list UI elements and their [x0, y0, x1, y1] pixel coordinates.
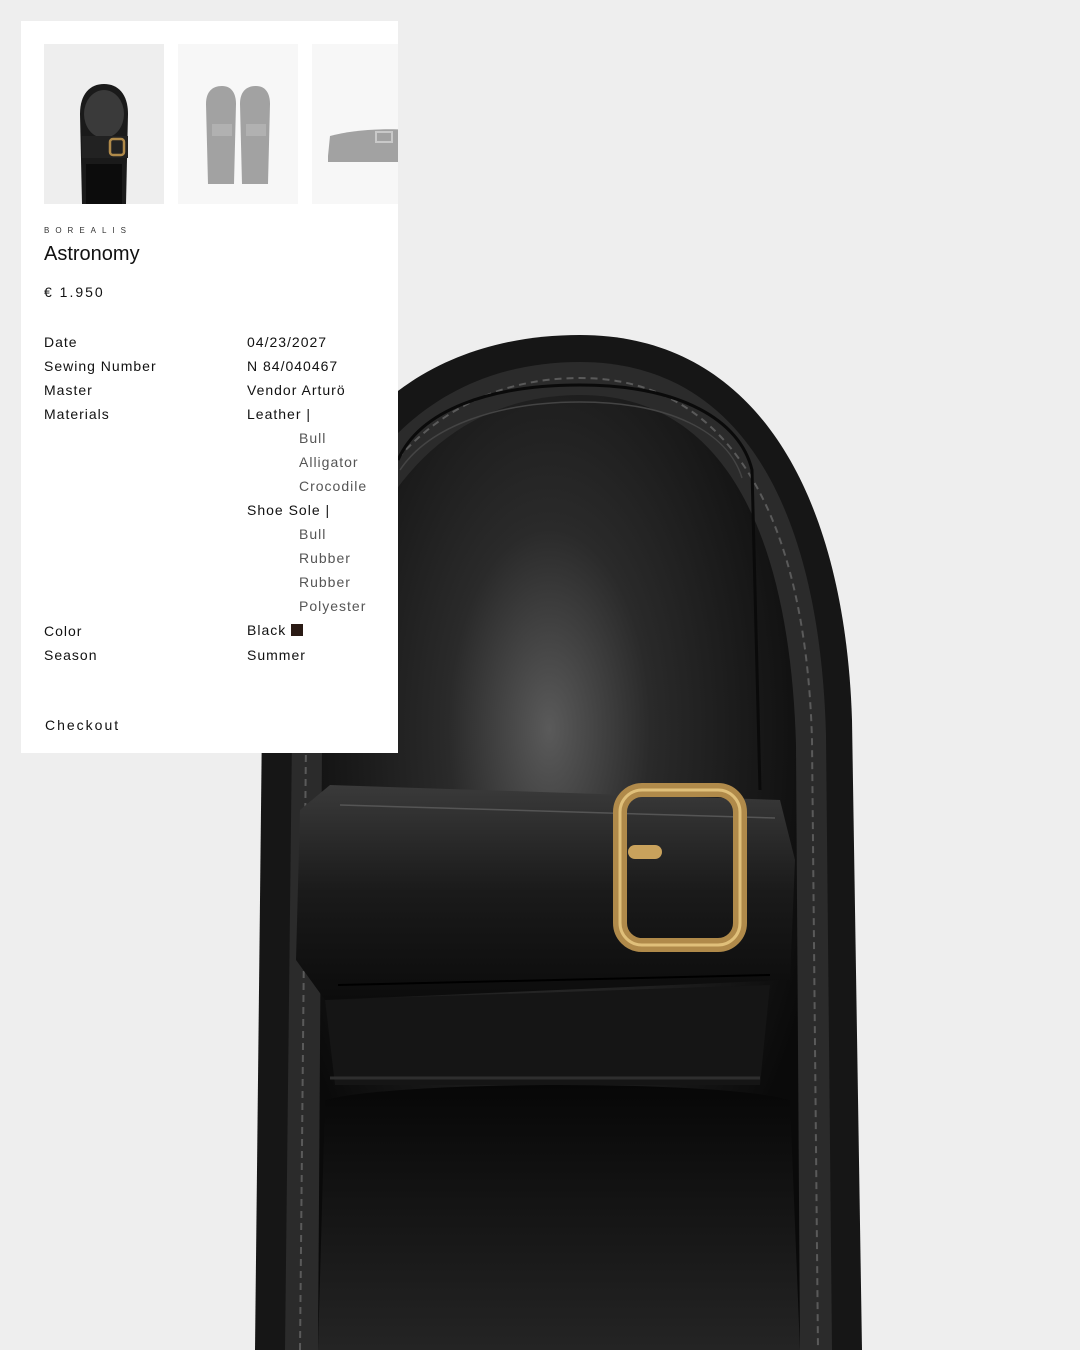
- shoe-top-thumbnail-image: [80, 84, 128, 204]
- sole-item: Rubber: [299, 574, 351, 590]
- season-value: Summer: [247, 647, 306, 663]
- sole-item: Rubber: [299, 550, 351, 566]
- master-label: Master: [44, 382, 93, 398]
- date-value: 04/23/2027: [247, 334, 328, 350]
- color-label: Color: [44, 623, 83, 639]
- materials-label: Materials: [44, 406, 110, 422]
- color-value: Black: [247, 622, 287, 638]
- leather-item: Bull: [299, 430, 327, 446]
- shoe-sole-label: Shoe Sole |: [247, 502, 331, 518]
- thumbnail-pair-view[interactable]: [178, 44, 298, 204]
- product-price: € 1.950: [44, 284, 105, 300]
- date-label: Date: [44, 334, 78, 350]
- color-value-row: Black: [247, 622, 304, 638]
- sewing-number-label: Sewing Number: [44, 358, 157, 374]
- thumbnail-side-view[interactable]: [312, 44, 398, 204]
- thumbnail-gallery: [44, 44, 398, 204]
- leather-item: Alligator: [299, 454, 359, 470]
- thumbnail-top-view[interactable]: [44, 44, 164, 204]
- shoe-side-thumbnail-image: [328, 129, 398, 162]
- sole-item: Polyester: [299, 598, 367, 614]
- checkout-button[interactable]: Checkout: [45, 717, 120, 733]
- leather-item: Crocodile: [299, 478, 368, 494]
- color-swatch: [291, 624, 304, 636]
- sewing-number-value: N 84/040467: [247, 358, 339, 374]
- sole-item: Bull: [299, 526, 327, 542]
- product-card: BOREALIS Astronomy € 1.950 Date 04/23/20…: [21, 21, 398, 753]
- product-title: Astronomy: [44, 243, 140, 265]
- season-label: Season: [44, 647, 98, 663]
- leather-label: Leather |: [247, 406, 312, 422]
- shoe-pair-thumbnail-image: [206, 86, 270, 184]
- brand-name: BOREALIS: [44, 226, 133, 235]
- master-value: Vendor Arturö: [247, 382, 346, 398]
